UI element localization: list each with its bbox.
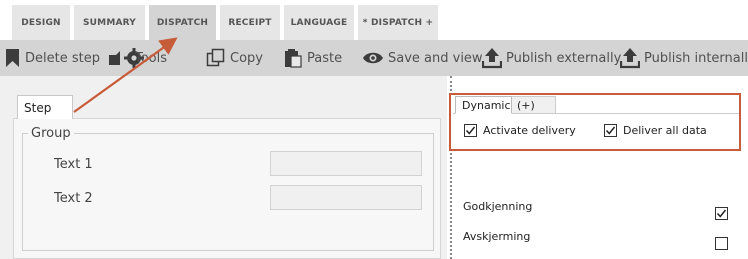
activate-delivery-label: Activate delivery bbox=[483, 124, 576, 137]
tab-dynamic[interactable]: Dynamic bbox=[455, 96, 512, 114]
checkmark-icon bbox=[716, 209, 727, 218]
tab-language[interactable]: LANGUAGE bbox=[284, 5, 354, 40]
text1-input[interactable] bbox=[270, 151, 422, 176]
toolbar: Delete step Tools Copy Paste Save and vi… bbox=[0, 40, 748, 76]
text2-label: Text 2 bbox=[54, 191, 93, 206]
publish-externally-label: Publish externally bbox=[506, 50, 622, 66]
upload-internal-icon bbox=[620, 47, 640, 69]
tab-design[interactable]: DESIGN bbox=[12, 5, 70, 40]
avskjerming-checkbox[interactable] bbox=[715, 237, 728, 250]
publish-internally-button[interactable]: Publish internally bbox=[620, 40, 748, 76]
avskjerming-label: Avskjerming bbox=[463, 230, 531, 243]
copy-button[interactable]: Copy bbox=[206, 40, 263, 76]
godkjenning-checkbox[interactable] bbox=[715, 207, 728, 220]
delete-step-button[interactable]: Delete step bbox=[4, 40, 100, 76]
text1-label: Text 1 bbox=[54, 157, 93, 172]
save-and-view-button[interactable]: Save and view bbox=[362, 40, 483, 76]
tab-dispatch-new[interactable]: * DISPATCH + bbox=[358, 5, 438, 40]
eye-icon bbox=[362, 50, 384, 66]
top-tab-bar: DESIGN SUMMARY DISPATCH RECEIPT LANGUAGE… bbox=[0, 0, 748, 40]
copy-icon bbox=[206, 48, 226, 68]
godkjenning-label: Godkjenning bbox=[463, 200, 533, 213]
tab-dispatch[interactable]: DISPATCH bbox=[149, 5, 216, 40]
paste-label: Paste bbox=[307, 50, 343, 66]
deliver-all-data-label: Deliver all data bbox=[623, 124, 707, 137]
group-label: Group bbox=[28, 126, 74, 141]
deliver-all-data-checkbox[interactable] bbox=[604, 124, 617, 137]
delete-step-label: Delete step bbox=[25, 50, 100, 66]
paste-icon bbox=[283, 48, 303, 68]
tab-summary[interactable]: SUMMARY bbox=[74, 5, 145, 40]
activate-delivery-checkbox[interactable] bbox=[464, 124, 477, 137]
tools-button[interactable]: Tools bbox=[107, 40, 167, 76]
publish-internally-label: Publish internally bbox=[644, 50, 748, 66]
tab-receipt[interactable]: RECEIPT bbox=[220, 5, 280, 40]
bookmark-delete-icon bbox=[4, 48, 21, 68]
upload-icon bbox=[482, 47, 502, 69]
checkmark-icon bbox=[465, 126, 476, 135]
checkmark-icon bbox=[605, 126, 616, 135]
tab-add-dispatch[interactable]: (+) bbox=[510, 96, 556, 114]
tab-step[interactable]: Step bbox=[17, 95, 73, 119]
tools-label: Tools bbox=[135, 50, 168, 66]
save-and-view-label: Save and view bbox=[388, 50, 483, 66]
text2-input[interactable] bbox=[270, 185, 422, 210]
copy-label: Copy bbox=[230, 50, 263, 66]
publish-externally-button[interactable]: Publish externally bbox=[482, 40, 621, 76]
paste-button[interactable]: Paste bbox=[283, 40, 342, 76]
